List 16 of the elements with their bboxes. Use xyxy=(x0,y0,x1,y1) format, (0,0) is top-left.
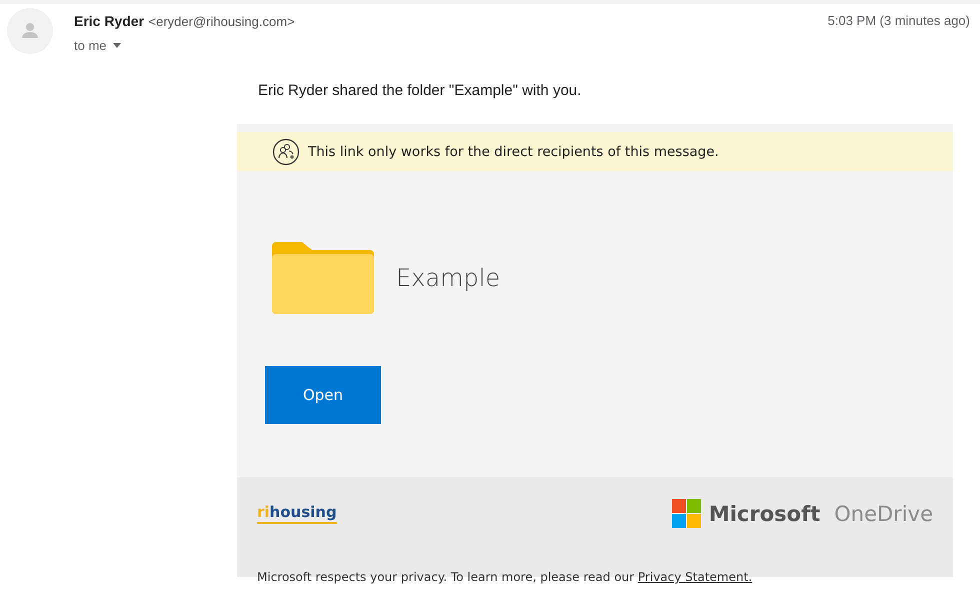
notice-text: This link only works for the direct recipients of this message. xyxy=(308,144,719,160)
privacy-link[interactable]: Privacy Statement. xyxy=(638,570,752,584)
recipient-text: to me xyxy=(74,38,107,53)
brand-name: Microsoft xyxy=(708,502,820,526)
sender-address: <eryder@rihousing.com> xyxy=(148,14,295,29)
share-message: Eric Ryder shared the folder "Example" with you. xyxy=(258,82,582,99)
folder-name: Example xyxy=(396,264,500,292)
people-icon xyxy=(272,138,300,166)
housing-logo: rihousing xyxy=(257,503,337,524)
open-button[interactable]: Open xyxy=(265,366,381,424)
product-name: OneDrive xyxy=(834,502,933,526)
sender-name: Eric Ryder xyxy=(74,13,144,29)
caret-icon[interactable] xyxy=(112,43,121,48)
timestamp: 5:03 PM (3 minutes ago) xyxy=(828,12,970,30)
privacy-notice: Microsoft respects your privacy. To learn more, please read our Privacy Statement. xyxy=(257,570,754,584)
windows-logo-icon xyxy=(672,499,701,528)
